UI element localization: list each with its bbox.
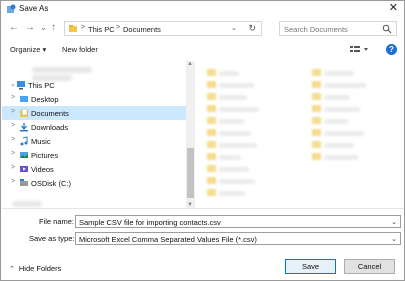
tree-item-label: Documents <box>31 109 69 118</box>
blurred-file-item <box>207 117 287 125</box>
new-folder-button[interactable]: New folder <box>62 45 98 54</box>
blurred-quick-access-item <box>32 67 92 73</box>
tree-item-label: Pictures <box>31 151 59 160</box>
breadcrumb-this-pc[interactable]: This PC <box>88 25 115 34</box>
address-separator: > <box>81 24 86 31</box>
blurred-file-item <box>312 93 392 101</box>
tree-item-this-pc[interactable]: ⌄ This PC <box>2 78 186 92</box>
save-button[interactable]: Save <box>285 259 336 274</box>
window-title: Save As <box>19 4 49 13</box>
refresh-icon[interactable]: ↻ <box>248 23 256 34</box>
blurred-file-item <box>207 165 287 173</box>
search-input[interactable]: Search Documents <box>284 25 348 34</box>
blurred-file-item <box>207 81 287 89</box>
navigation-pane-scrollbar[interactable]: ▲ ▼ <box>186 61 195 208</box>
tree-item-pictures[interactable]: > Pictures <box>2 148 186 162</box>
recent-locations-chevron-icon[interactable]: ⌄ <box>40 22 47 34</box>
address-separator: > <box>116 24 121 31</box>
tree-item-downloads[interactable]: > Downloads <box>2 120 186 134</box>
tree-item-osdisk[interactable]: > OSDisk (C:) <box>2 176 186 190</box>
chevron-down-icon[interactable]: ⌄ <box>391 235 397 243</box>
blurred-file-item <box>207 177 287 185</box>
pc-icon <box>17 81 25 90</box>
desktop-folder-icon <box>20 96 28 102</box>
expand-chevron-icon[interactable]: > <box>11 108 15 115</box>
save-as-type-select[interactable]: Microsoft Excel Comma Separated Values F… <box>75 232 401 245</box>
blurred-file-item <box>312 117 392 125</box>
chevron-up-icon: ⌃ <box>9 266 15 273</box>
tree-item-label: Music <box>31 137 51 146</box>
cancel-button[interactable]: Cancel <box>344 259 395 274</box>
documents-folder-icon <box>20 108 28 117</box>
back-arrow-icon[interactable]: ← <box>9 22 19 34</box>
disk-drive-icon <box>20 179 28 186</box>
expand-chevron-icon[interactable]: ⌄ <box>10 80 16 88</box>
blurred-file-item <box>207 141 287 149</box>
close-icon[interactable]: ✕ <box>389 2 398 15</box>
downloads-folder-icon <box>20 123 28 132</box>
blurred-network-item <box>12 201 42 207</box>
blurred-file-item <box>312 105 392 113</box>
expand-chevron-icon[interactable]: > <box>11 122 15 129</box>
tree-item-music[interactable]: > Music <box>2 134 186 148</box>
expand-chevron-icon[interactable]: > <box>11 150 15 157</box>
breadcrumb-documents[interactable]: Documents <box>123 25 161 34</box>
tree-item-label: OSDisk (C:) <box>31 179 71 188</box>
hide-folders-toggle[interactable]: ⌃ Hide Folders <box>9 264 61 273</box>
tree-item-label: Desktop <box>31 95 59 104</box>
tree-item-videos[interactable]: > Videos <box>2 162 186 176</box>
tree-item-label: Videos <box>31 165 54 174</box>
organize-menu-button[interactable]: Organize ▾ <box>10 45 46 54</box>
address-bar[interactable]: > This PC > Documents ⌄ ↻ <box>64 21 262 36</box>
navigation-pane: ⌄ This PC > Desktop > Documents > Downlo… <box>2 61 186 208</box>
save-as-app-icon <box>7 4 16 13</box>
search-icon <box>382 24 392 34</box>
save-as-type-label: Save as type: <box>29 234 75 243</box>
tree-item-documents[interactable]: > Documents <box>2 106 186 120</box>
save-as-dialog: Save As ✕ ← → ⌄ ↑ > This PC > Documents … <box>0 0 405 281</box>
forward-arrow-icon[interactable]: → <box>25 22 35 34</box>
change-view-icon[interactable] <box>349 44 369 55</box>
tree-item-label: This PC <box>28 81 55 90</box>
address-dropdown-icon[interactable]: ⌄ <box>231 24 237 32</box>
hide-folders-label: Hide Folders <box>18 264 62 273</box>
file-name-input[interactable]: Sample CSV file for importing contacts.c… <box>79 218 221 227</box>
tree-item-desktop[interactable]: > Desktop <box>2 92 186 106</box>
command-bar: Organize ▾ New folder ? <box>1 41 404 59</box>
videos-folder-icon <box>20 166 28 172</box>
blurred-file-item <box>312 141 392 149</box>
scrollbar-thumb[interactable] <box>187 148 194 198</box>
save-as-type-value: Microsoft Excel Comma Separated Values F… <box>79 235 257 244</box>
blurred-file-item <box>312 69 392 77</box>
up-arrow-icon[interactable]: ↑ <box>51 22 56 34</box>
expand-chevron-icon[interactable]: > <box>11 164 15 171</box>
blurred-file-item <box>207 153 287 161</box>
help-icon[interactable]: ? <box>386 44 397 55</box>
blurred-file-item <box>207 189 287 197</box>
blurred-file-item <box>312 153 392 161</box>
blurred-file-item <box>312 81 392 89</box>
blurred-file-item <box>207 105 287 113</box>
pane-divider <box>2 208 404 209</box>
blurred-file-item <box>207 69 287 77</box>
chevron-down-icon[interactable]: ⌄ <box>391 218 397 226</box>
pictures-folder-icon <box>20 152 28 158</box>
blurred-file-item <box>207 93 287 101</box>
blurred-file-item <box>312 129 392 137</box>
navigation-row: ← → ⌄ ↑ > This PC > Documents ⌄ ↻ Search… <box>1 20 404 38</box>
search-box[interactable]: Search Documents <box>279 21 397 36</box>
expand-chevron-icon[interactable]: > <box>11 94 15 101</box>
file-name-field[interactable]: Sample CSV file for importing contacts.c… <box>75 215 401 228</box>
title-bar: Save As ✕ <box>1 1 404 17</box>
file-list-pane[interactable] <box>197 61 404 208</box>
this-pc-location-icon <box>69 25 77 32</box>
tree-item-label: Downloads <box>31 123 69 132</box>
music-folder-icon <box>20 136 28 146</box>
expand-chevron-icon[interactable]: > <box>11 178 15 185</box>
expand-chevron-icon[interactable]: > <box>11 136 15 143</box>
scroll-up-arrow-icon[interactable]: ▲ <box>187 61 193 67</box>
blurred-file-item <box>207 129 287 137</box>
file-name-label: File name: <box>39 217 75 226</box>
